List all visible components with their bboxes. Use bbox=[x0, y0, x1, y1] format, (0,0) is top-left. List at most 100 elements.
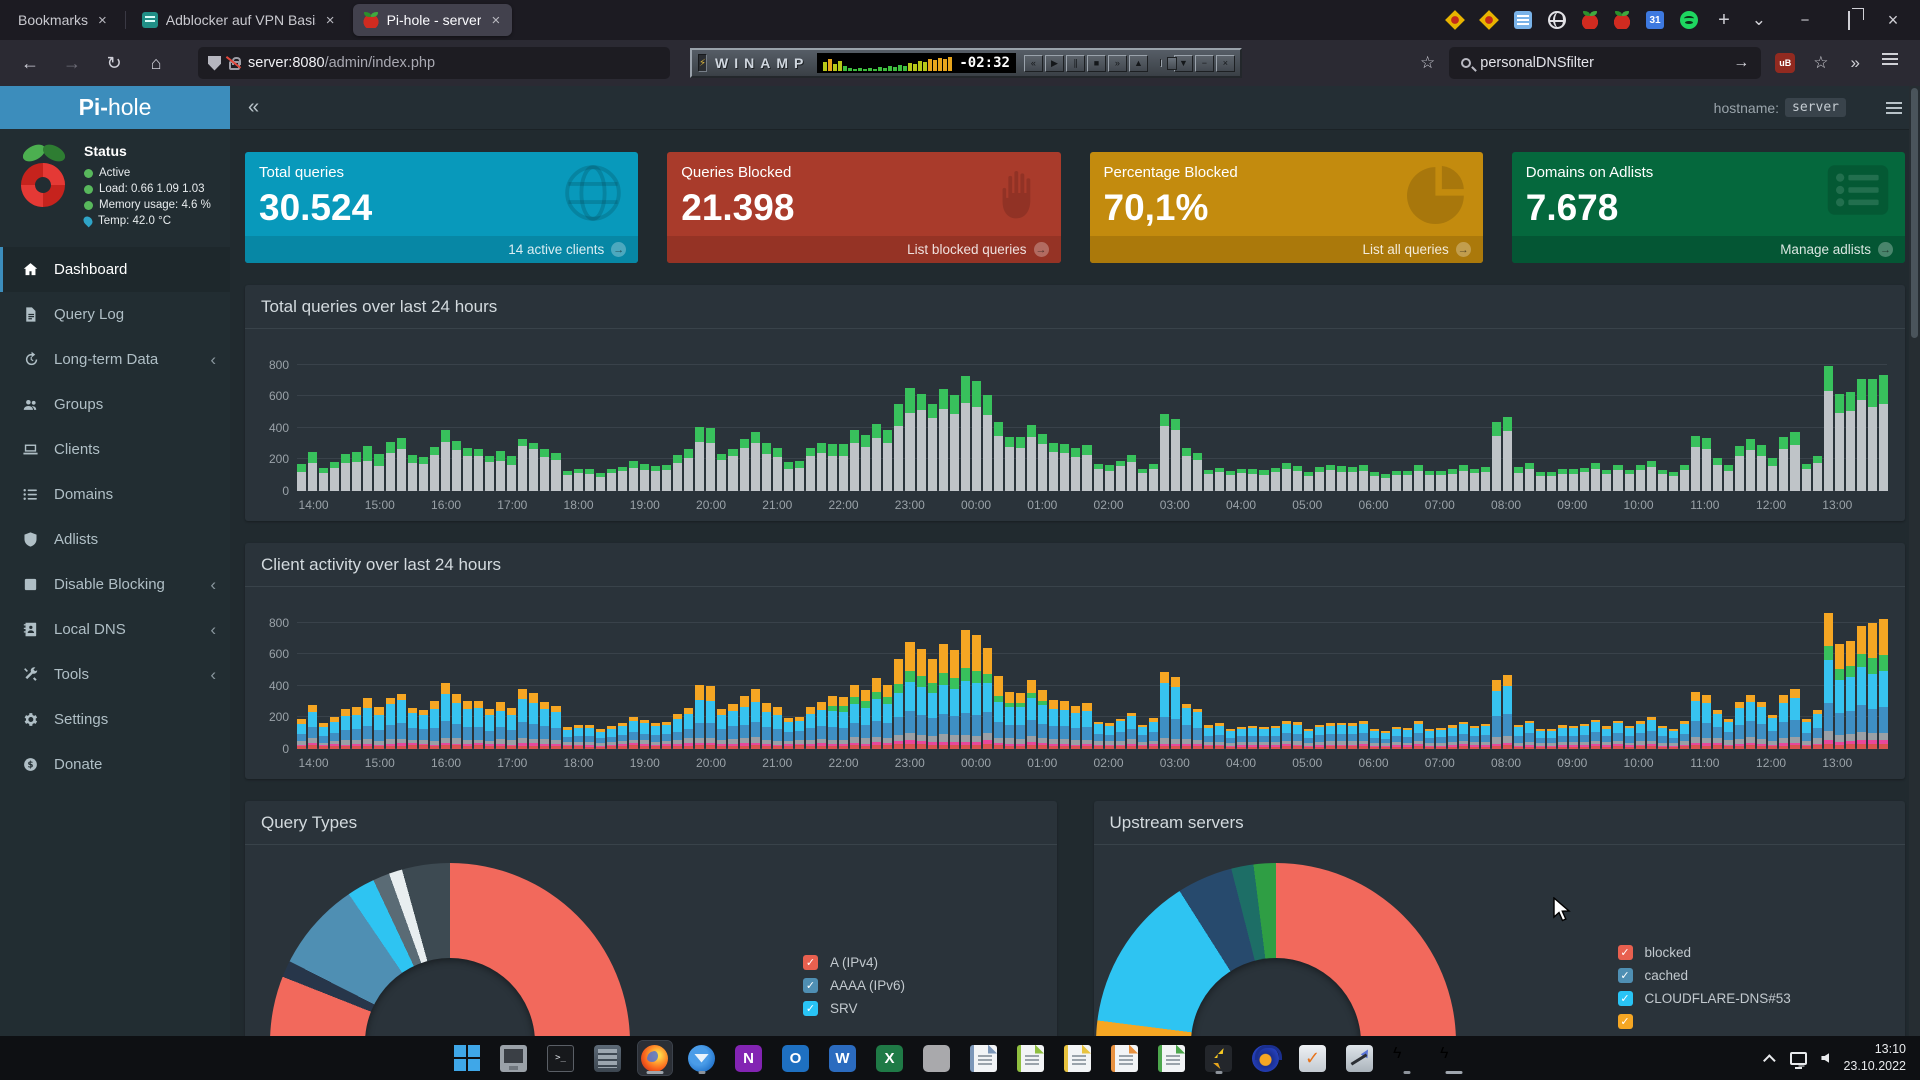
legend-checkbox-icon[interactable]: ✓ bbox=[1618, 945, 1633, 960]
pinned-tab-calendar-icon[interactable]: 31 bbox=[1646, 11, 1664, 29]
list-tabs-button[interactable]: ⌄ bbox=[1748, 10, 1770, 30]
sidebar-item-long-term-data[interactable]: Long-term Data‹ bbox=[0, 337, 230, 382]
taskbar-check-app-icon[interactable]: ✓ bbox=[1296, 1041, 1330, 1075]
insecure-lock-icon[interactable] bbox=[229, 61, 240, 70]
winamp-stop-button[interactable]: ■ bbox=[1087, 55, 1106, 72]
legend-item[interactable]: ✓ bbox=[1618, 1010, 1791, 1033]
tab-close-icon[interactable]: × bbox=[324, 12, 337, 29]
winamp-pause-button[interactable]: ∥ bbox=[1066, 55, 1085, 72]
legend-item[interactable]: ✓CLOUDFLARE-DNS#53 bbox=[1618, 987, 1791, 1010]
sidebar-item-clients[interactable]: Clients bbox=[0, 427, 230, 472]
winamp-minimize-button[interactable]: − bbox=[1195, 55, 1214, 72]
upstream-donut-chart[interactable] bbox=[1096, 863, 1456, 1036]
taskbar-terminal-icon[interactable]: >_ bbox=[544, 1041, 578, 1075]
winamp-previous-button[interactable]: « bbox=[1024, 55, 1043, 72]
search-input-value[interactable]: personalDNSfilter bbox=[1480, 55, 1594, 71]
winamp-volume-slider[interactable] bbox=[1160, 59, 1162, 67]
taskbar-start-icon[interactable] bbox=[450, 1041, 484, 1075]
scrollbar-thumb[interactable] bbox=[1911, 88, 1918, 338]
pinned-tab-pihole-icon[interactable] bbox=[1582, 11, 1598, 29]
new-tab-button[interactable]: + bbox=[1714, 9, 1734, 32]
legend-checkbox-icon[interactable]: ✓ bbox=[1618, 1014, 1633, 1029]
sidebar-item-tools[interactable]: Tools‹ bbox=[0, 652, 230, 697]
taskbar-oo-impress-icon[interactable] bbox=[1108, 1041, 1142, 1075]
card-footer-link[interactable]: List all queries→ bbox=[1090, 236, 1483, 263]
legend-item[interactable]: ✓cached bbox=[1618, 964, 1791, 987]
close-window-button[interactable]: × bbox=[1884, 10, 1902, 31]
sidebar-collapse-button[interactable]: « bbox=[248, 96, 259, 119]
legend-checkbox-icon[interactable]: ✓ bbox=[803, 978, 818, 993]
winamp-play-button[interactable]: ▶ bbox=[1045, 55, 1064, 72]
winamp-widget[interactable]: ⚡ WINAMP -02:32 «▶∥■»▲ ▼−× bbox=[690, 48, 1242, 78]
taskbar-clock[interactable]: 13:10 23.10.2022 bbox=[1843, 1041, 1906, 1075]
pinned-tab-globe-icon[interactable] bbox=[1548, 11, 1566, 29]
legend-checkbox-icon[interactable]: ✓ bbox=[1618, 968, 1633, 983]
overflow-menu-icon[interactable]: » bbox=[1847, 53, 1864, 73]
tab-bookmarks[interactable]: Bookmarks × bbox=[8, 4, 119, 36]
taskbar-winamp-icon[interactable] bbox=[1202, 1041, 1236, 1075]
taskbar-gimp-icon[interactable] bbox=[920, 1041, 954, 1075]
legend-item[interactable]: ✓AAAA (IPv6) bbox=[803, 974, 905, 997]
taskbar-onenote-icon[interactable]: N bbox=[732, 1041, 766, 1075]
pinned-tab-notes-icon[interactable] bbox=[1514, 11, 1532, 29]
taskbar-network-places-icon[interactable] bbox=[497, 1041, 531, 1075]
legend-item[interactable]: ✓SRV bbox=[803, 997, 905, 1020]
legend-checkbox-icon[interactable]: ✓ bbox=[803, 1001, 818, 1016]
pinned-tab-fritz-icon[interactable] bbox=[1479, 10, 1499, 30]
taskbar-inkscape-icon[interactable] bbox=[1343, 1041, 1377, 1075]
extensions-icon[interactable]: ☆ bbox=[1809, 53, 1832, 73]
reload-button[interactable]: ↻ bbox=[98, 48, 130, 78]
home-button[interactable]: ⌂ bbox=[140, 48, 172, 78]
legend-checkbox-icon[interactable]: ✓ bbox=[803, 955, 818, 970]
sidebar-item-settings[interactable]: Settings bbox=[0, 697, 230, 742]
queries-bar-chart[interactable]: 0200400600800 bbox=[297, 341, 1887, 491]
tab-close-icon[interactable]: × bbox=[489, 12, 502, 29]
legend-item[interactable]: ✓blocked bbox=[1618, 941, 1791, 964]
sidebar-item-disable-blocking[interactable]: Disable Blocking‹ bbox=[0, 562, 230, 607]
card-footer-link[interactable]: Manage adlists→ bbox=[1512, 236, 1905, 263]
sidebar-item-dashboard[interactable]: Dashboard bbox=[0, 247, 230, 292]
taskbar-chart-doc-icon[interactable] bbox=[1155, 1041, 1189, 1075]
query-types-donut-chart[interactable] bbox=[270, 863, 630, 1036]
card-footer-link[interactable]: 14 active clients→ bbox=[245, 236, 638, 263]
taskbar-firefox-icon[interactable] bbox=[638, 1041, 672, 1075]
winamp-close-button[interactable]: × bbox=[1216, 55, 1235, 72]
legend-checkbox-icon[interactable]: ✓ bbox=[1618, 991, 1633, 1006]
volume-tray-icon[interactable] bbox=[1821, 1053, 1829, 1063]
taskbar-outlook-icon[interactable]: O bbox=[779, 1041, 813, 1075]
pinned-tab-pihole-icon[interactable] bbox=[1614, 11, 1630, 29]
pinned-tab-spotify-icon[interactable] bbox=[1680, 11, 1698, 29]
sidebar-item-donate[interactable]: $Donate bbox=[0, 742, 230, 787]
winamp-next-button[interactable]: » bbox=[1108, 55, 1127, 72]
network-tray-icon[interactable] bbox=[1790, 1052, 1807, 1065]
taskbar-orange-hex-icon[interactable]: ϟ bbox=[1390, 1041, 1424, 1075]
taskbar-audio-player-icon[interactable] bbox=[1249, 1041, 1283, 1075]
tray-expand-icon[interactable] bbox=[1763, 1054, 1776, 1067]
sidebar-item-groups[interactable]: Groups bbox=[0, 382, 230, 427]
restore-button[interactable] bbox=[1848, 11, 1850, 30]
tab-adblocker[interactable]: Adblocker auf VPN Basis mit Ho × bbox=[132, 4, 347, 36]
forward-button[interactable]: → bbox=[56, 48, 88, 78]
minimize-button[interactable]: − bbox=[1796, 12, 1814, 29]
tracking-protection-shield-icon[interactable] bbox=[208, 56, 221, 71]
winamp-eject-button[interactable]: ▲ bbox=[1129, 55, 1148, 72]
taskbar-calculator-icon[interactable] bbox=[591, 1041, 625, 1075]
search-go-icon[interactable]: → bbox=[1733, 54, 1749, 72]
taskbar-thunderbird-icon[interactable] bbox=[685, 1041, 719, 1075]
taskbar-oo-calc-icon[interactable] bbox=[1014, 1041, 1048, 1075]
bookmark-star-icon[interactable]: ☆ bbox=[1420, 53, 1435, 73]
taskbar-orange-hex-2-icon[interactable]: ϟ bbox=[1437, 1041, 1471, 1075]
taskbar-oo-writer-icon[interactable] bbox=[967, 1041, 1001, 1075]
tab-close-icon[interactable]: × bbox=[96, 12, 109, 29]
sidebar-item-query-log[interactable]: Query Log bbox=[0, 292, 230, 337]
sidebar-item-adlists[interactable]: Adlists bbox=[0, 517, 230, 562]
taskbar-word-icon[interactable]: W bbox=[826, 1041, 860, 1075]
back-button[interactable]: ← bbox=[14, 48, 46, 78]
legend-item[interactable]: ✓A (IPv4) bbox=[803, 951, 905, 974]
page-scrollbar[interactable] bbox=[1909, 86, 1920, 1036]
card-footer-link[interactable]: List blocked queries→ bbox=[667, 236, 1060, 263]
pinned-tab-fritz-icon[interactable] bbox=[1445, 10, 1465, 30]
url-bar[interactable]: server:8080/admin/index.php bbox=[198, 47, 670, 79]
tab-pihole[interactable]: Pi-hole - server × bbox=[353, 4, 513, 36]
taskbar-oo-draw-icon[interactable] bbox=[1061, 1041, 1095, 1075]
